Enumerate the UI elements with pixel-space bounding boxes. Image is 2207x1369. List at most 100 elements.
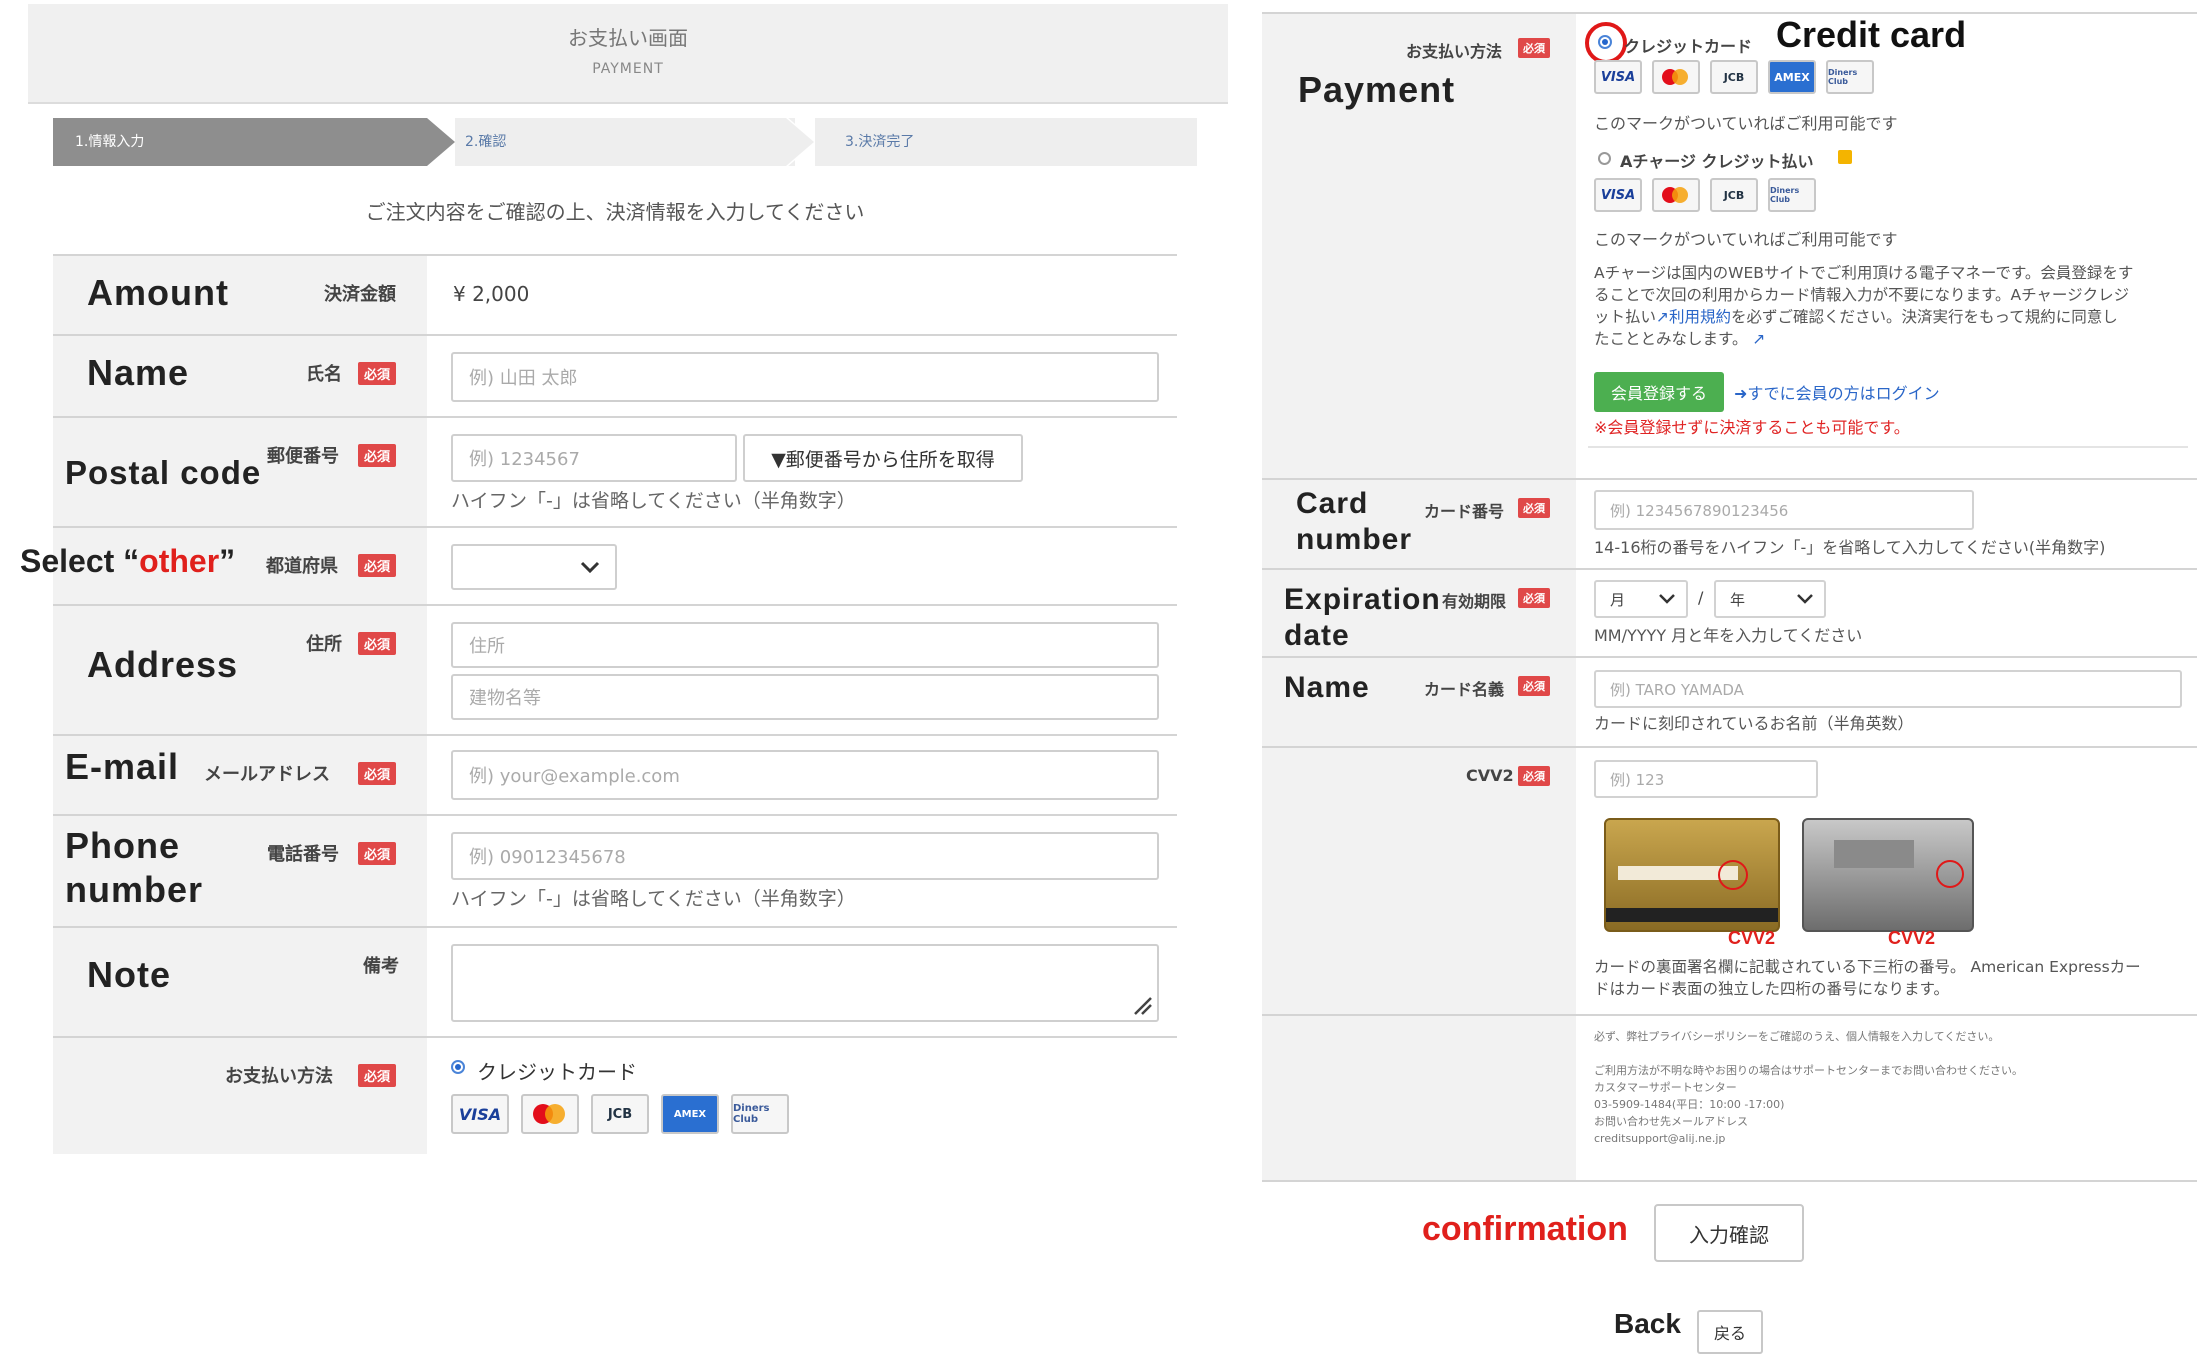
- step-1: 1.情報入力: [53, 118, 427, 166]
- divider: [1588, 446, 2188, 448]
- expiry-separator: /: [1698, 588, 1704, 607]
- cvv-description: カードの裏面署名欄に記載されている下三桁の番号。 American Expres…: [1594, 958, 2141, 998]
- login-link[interactable]: ➜すでに会員の方はログイン: [1734, 380, 1940, 404]
- back-callout: Back: [1614, 1308, 1681, 1339]
- expiration-label: 有効期限: [1442, 592, 1507, 611]
- mark-note-2: このマークがついていればご利用可能です: [1594, 230, 1898, 249]
- card-name-row: Name カード名義 必須 例) TARO YAMADA カードに刻印されている…: [1262, 656, 2197, 748]
- confirmation-callout: confirmation: [1422, 1210, 1628, 1248]
- required-badge: 必須: [358, 554, 397, 577]
- cvv-input[interactable]: 例) 123: [1594, 760, 1818, 798]
- page-title: お支払い画面: [568, 26, 688, 50]
- postal-input[interactable]: 例) 1234567: [451, 434, 737, 482]
- diners-logo: Diners Club: [1768, 178, 1816, 212]
- name-row: Name 氏名 必須 例) 山田 太郎: [53, 334, 1177, 418]
- a-charge-description: Aチャージは国内のWEBサイトでご利用頂ける電子マネーです。会員登録をす ること…: [1594, 264, 2134, 348]
- expiration-label-en: Expiration date: [1284, 583, 1441, 652]
- jcb-logo: JCB: [591, 1094, 649, 1134]
- required-badge: 必須: [1518, 588, 1550, 608]
- card-number-input[interactable]: 例) 1234567890123456: [1594, 490, 1974, 530]
- step-2: 2.確認: [455, 118, 795, 166]
- required-badge: 必須: [358, 444, 397, 467]
- mastercard-logo: [1652, 60, 1700, 94]
- name-label: 氏名: [306, 364, 342, 385]
- prefecture-label: 都道府県: [266, 556, 338, 577]
- amount-value: ¥ 2,000: [453, 282, 530, 306]
- credit-card-option-label-right: クレジットカード: [1624, 37, 1753, 56]
- name-input[interactable]: 例) 山田 太郎: [451, 352, 1159, 402]
- payment-row: Payment お支払い方法 必須 クレジットカード Credit card V…: [1262, 12, 2197, 480]
- register-button[interactable]: 会員登録する: [1594, 372, 1724, 412]
- credit-card-option-label: クレジットカード: [477, 1060, 637, 1084]
- a-charge-radio[interactable]: [1598, 152, 1611, 165]
- login-arrow-icon: ➜: [1734, 384, 1748, 403]
- chevron-down-icon: [1797, 594, 1813, 604]
- postal-row: Postal code 郵便番号 必須 例) 1234567 ▼郵便番号から住所…: [53, 416, 1177, 528]
- back-button[interactable]: 戻る: [1697, 1310, 1763, 1354]
- email-input[interactable]: 例) your@example.com: [451, 750, 1159, 800]
- postal-label-en: Postal code: [65, 454, 262, 491]
- privacy-row: 必ず、弊社プライバシーポリシーをご確認のうえ、個人情報を入力してください。 ご利…: [1262, 1014, 2197, 1182]
- external-link-icon: ↗: [1656, 308, 1670, 326]
- card-brand-list-2: VISA JCB Diners Club: [1594, 178, 1816, 212]
- cvv-row: CVV2 必須 例) 123 CVV2 CVV2 カードの裏面署名欄に記載されて…: [1262, 746, 2197, 1016]
- card-back-image: [1604, 818, 1780, 932]
- privacy-note: 必ず、弊社プライバシーポリシーをご確認のうえ、個人情報を入力してください。: [1594, 1030, 2000, 1043]
- address-input[interactable]: 住所: [451, 622, 1159, 668]
- card-number-row: Card number カード番号 必須 例) 1234567890123456 …: [1262, 478, 2197, 570]
- prefecture-select[interactable]: [451, 544, 617, 590]
- name-label-en: Name: [87, 352, 190, 393]
- prefecture-label-en: Select “other”: [20, 543, 236, 579]
- a-charge-icon: [1838, 150, 1852, 164]
- resize-handle-icon[interactable]: [1131, 994, 1153, 1016]
- step-1-arrow: [427, 118, 455, 166]
- card-name-input[interactable]: 例) TARO YAMADA: [1594, 670, 2182, 708]
- payment-label: お支払い方法: [225, 1066, 333, 1087]
- mastercard-logo: [521, 1094, 579, 1134]
- phone-label-en: Phone number: [65, 825, 204, 910]
- credit-card-callout: Credit card: [1776, 14, 1967, 55]
- mastercard-logo: [1652, 178, 1700, 212]
- email-label: メールアドレス: [204, 764, 330, 785]
- cvv-callout-b: CVV2: [1888, 928, 1936, 948]
- credit-card-radio[interactable]: [451, 1060, 465, 1074]
- email-label-en: E-mail: [65, 746, 180, 787]
- confirm-button[interactable]: 入力確認: [1654, 1204, 1804, 1262]
- expiration-row: Expiration date 有効期限 必須 月 / 年 MM/YYYY 月と年…: [1262, 568, 2197, 658]
- year-select[interactable]: 年: [1714, 580, 1826, 618]
- card-number-label: カード番号: [1424, 502, 1505, 521]
- card-name-hint: カードに刻印されているお名前（半角英数）: [1594, 714, 1914, 733]
- external-link-icon[interactable]: ↗: [1747, 330, 1765, 348]
- terms-link[interactable]: 利用規約: [1669, 308, 1731, 326]
- card-brand-list: VISA JCB AMEX Diners Club: [451, 1094, 789, 1134]
- month-select[interactable]: 月: [1594, 580, 1688, 618]
- diners-logo: Diners Club: [731, 1094, 789, 1134]
- card-name-label: カード名義: [1424, 680, 1505, 699]
- email-row: E-mail メールアドレス 必須 例) your@example.com: [53, 734, 1177, 816]
- visa-logo: VISA: [451, 1094, 509, 1134]
- cvv-callout-a: CVV2: [1728, 928, 1776, 948]
- building-input[interactable]: 建物名等: [451, 674, 1159, 720]
- phone-row: Phone number 電話番号 必須 例) 09012345678 ハイフン「…: [53, 814, 1177, 928]
- a-charge-option-label: Aチャージ クレジット払い: [1620, 152, 1814, 171]
- jcb-logo: JCB: [1710, 178, 1758, 212]
- card-brand-list-1: VISA JCB AMEX Diners Club: [1594, 60, 1874, 94]
- step-3: 3.決済完了: [815, 118, 1197, 166]
- note-textarea[interactable]: [451, 944, 1159, 1022]
- amount-label-en: Amount: [87, 272, 229, 313]
- note-label: 備考: [363, 956, 399, 977]
- required-badge: 必須: [358, 632, 397, 655]
- phone-input[interactable]: 例) 09012345678: [451, 832, 1159, 880]
- payment-method-label: お支払い方法: [1406, 42, 1503, 61]
- card-number-hint: 14-16桁の番号をハイフン「-」を省略して入力してください(半角数字): [1594, 538, 2106, 557]
- required-badge: 必須: [358, 762, 397, 785]
- payment-label-en: Payment: [1298, 69, 1456, 110]
- note-row: Note 備考: [53, 926, 1177, 1038]
- step-2-arrow: [786, 118, 814, 166]
- credit-card-radio-right[interactable]: [1598, 35, 1612, 49]
- payment-row-left: お支払い方法 必須 クレジットカード VISA JCB AMEX Diners …: [53, 1036, 1177, 1154]
- required-badge: 必須: [1518, 498, 1550, 518]
- postal-lookup-button[interactable]: ▼郵便番号から住所を取得: [743, 434, 1023, 482]
- register-warning: ※会員登録せずに決済することも可能です。: [1594, 418, 1910, 437]
- address-label: 住所: [306, 634, 342, 655]
